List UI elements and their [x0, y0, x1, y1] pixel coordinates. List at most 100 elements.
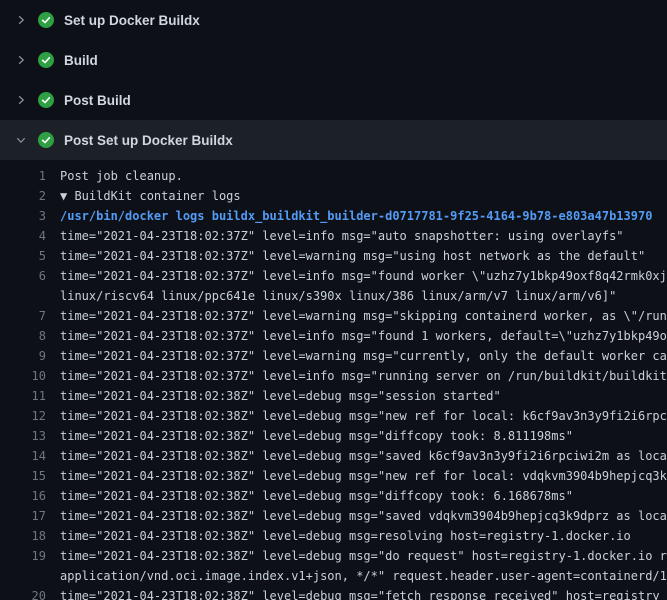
line-text: ▼ BuildKit container logs [60, 186, 667, 206]
line-text-wrap: time="2021-04-23T18:02:38Z" level=debug … [46, 586, 667, 600]
log-line: 1 Post job cleanup. [0, 166, 667, 186]
line-text: time="2021-04-23T18:02:38Z" level=debug … [60, 586, 667, 600]
line-text: time="2021-04-23T18:02:38Z" level=debug … [60, 446, 667, 466]
workflow-log-viewer: Set up Docker Buildx Build P [0, 0, 667, 600]
line-number[interactable]: 7 [0, 306, 46, 326]
line-text-wrap: time="2021-04-23T18:02:38Z" level=debug … [46, 446, 667, 466]
log-line: 17 time="2021-04-23T18:02:38Z" level=deb… [0, 506, 667, 526]
line-text-wrap: time="2021-04-23T18:02:38Z" level=debug … [46, 406, 667, 426]
line-text: time="2021-04-23T18:02:37Z" level=warnin… [60, 306, 667, 326]
log-line: 13 time="2021-04-23T18:02:38Z" level=deb… [0, 426, 667, 446]
log-line: 7 time="2021-04-23T18:02:37Z" level=warn… [0, 306, 667, 326]
line-text-wrap: time="2021-04-23T18:02:37Z" level=info m… [46, 266, 667, 306]
line-text: time="2021-04-23T18:02:37Z" level=info m… [60, 226, 667, 246]
log-line: 3 /usr/bin/docker logs buildx_buildkit_b… [0, 206, 667, 226]
line-text-wrap: time="2021-04-23T18:02:38Z" level=debug … [46, 506, 667, 526]
line-text-wrap: time="2021-04-23T18:02:37Z" level=warnin… [46, 246, 667, 266]
log-group-toggle[interactable]: 2 ▼ BuildKit container logs [0, 186, 667, 206]
line-text: time="2021-04-23T18:02:37Z" level=info m… [60, 266, 667, 286]
chevron-icon [14, 14, 28, 26]
line-text: time="2021-04-23T18:02:38Z" level=debug … [60, 486, 667, 506]
line-text: time="2021-04-23T18:02:38Z" level=debug … [60, 386, 667, 406]
chevron-icon [14, 134, 28, 146]
line-number[interactable]: 18 [0, 526, 46, 546]
line-text-wrap: time="2021-04-23T18:02:37Z" level=info m… [46, 226, 667, 246]
log-line: 20 time="2021-04-23T18:02:38Z" level=deb… [0, 586, 667, 600]
line-text-wrap: time="2021-04-23T18:02:38Z" level=debug … [46, 386, 667, 406]
section-header-setup-docker-buildx[interactable]: Set up Docker Buildx [0, 0, 667, 40]
log-line: 15 time="2021-04-23T18:02:38Z" level=deb… [0, 466, 667, 486]
log-line: 4 time="2021-04-23T18:02:37Z" level=info… [0, 226, 667, 246]
line-number[interactable]: 3 [0, 206, 46, 226]
line-text-wrap: /usr/bin/docker logs buildx_buildkit_bui… [46, 206, 667, 226]
line-text-wrap: time="2021-04-23T18:02:38Z" level=debug … [46, 466, 667, 486]
line-number[interactable]: 6 [0, 266, 46, 286]
log-line: 5 time="2021-04-23T18:02:37Z" level=warn… [0, 246, 667, 266]
success-check-icon [38, 132, 54, 148]
line-number[interactable]: 10 [0, 366, 46, 386]
line-number[interactable]: 14 [0, 446, 46, 466]
log-line: 19 time="2021-04-23T18:02:38Z" level=deb… [0, 546, 667, 586]
log-line: 8 time="2021-04-23T18:02:37Z" level=info… [0, 326, 667, 346]
log-line: 14 time="2021-04-23T18:02:38Z" level=deb… [0, 446, 667, 466]
line-number[interactable]: 5 [0, 246, 46, 266]
line-text-wrap: time="2021-04-23T18:02:38Z" level=debug … [46, 526, 667, 546]
line-text-wrap: time="2021-04-23T18:02:37Z" level=info m… [46, 326, 667, 346]
line-text-wrap: time="2021-04-23T18:02:37Z" level=warnin… [46, 306, 667, 326]
section-header-build[interactable]: Build [0, 40, 667, 80]
line-text-wrap: ▼ BuildKit container logs [46, 186, 667, 206]
line-text: time="2021-04-23T18:02:37Z" level=warnin… [60, 346, 667, 366]
line-number[interactable]: 16 [0, 486, 46, 506]
section-title: Post Build [64, 93, 131, 108]
line-number[interactable]: 1 [0, 166, 46, 186]
line-text: time="2021-04-23T18:02:37Z" level=warnin… [60, 246, 667, 266]
line-text-wrap: time="2021-04-23T18:02:38Z" level=debug … [46, 426, 667, 446]
success-check-icon [38, 12, 54, 28]
log-line: 9 time="2021-04-23T18:02:37Z" level=warn… [0, 346, 667, 366]
line-text: time="2021-04-23T18:02:38Z" level=debug … [60, 426, 667, 446]
line-number[interactable]: 13 [0, 426, 46, 446]
line-number[interactable]: 11 [0, 386, 46, 406]
section-title: Build [64, 53, 98, 68]
line-text-wrap: time="2021-04-23T18:02:38Z" level=debug … [46, 486, 667, 506]
log-line: 12 time="2021-04-23T18:02:38Z" level=deb… [0, 406, 667, 426]
section-header-post-setup-docker-buildx[interactable]: Post Set up Docker Buildx [0, 120, 667, 160]
line-text-wrap: time="2021-04-23T18:02:37Z" level=info m… [46, 366, 667, 386]
line-text: time="2021-04-23T18:02:38Z" level=debug … [60, 406, 667, 426]
line-text-continuation: application/vnd.oci.image.index.v1+json,… [60, 566, 667, 586]
line-text-wrap: time="2021-04-23T18:02:37Z" level=warnin… [46, 346, 667, 366]
chevron-icon [14, 94, 28, 106]
log-line: 16 time="2021-04-23T18:02:38Z" level=deb… [0, 486, 667, 506]
section-header-post-build[interactable]: Post Build [0, 80, 667, 120]
log-line: 11 time="2021-04-23T18:02:38Z" level=deb… [0, 386, 667, 406]
log-area: 1 Post job cleanup. 2 ▼ BuildKit contain… [0, 160, 667, 600]
section-title: Post Set up Docker Buildx [64, 133, 233, 148]
line-text-wrap: Post job cleanup. [46, 166, 667, 186]
line-number[interactable]: 15 [0, 466, 46, 486]
line-number[interactable]: 8 [0, 326, 46, 346]
chevron-icon [14, 54, 28, 66]
line-text-continuation: linux/riscv64 linux/ppc641e linux/s390x … [60, 286, 667, 306]
step-sections: Set up Docker Buildx Build P [0, 0, 667, 160]
line-text: Post job cleanup. [60, 166, 667, 186]
line-text: time="2021-04-23T18:02:37Z" level=info m… [60, 366, 667, 386]
line-text: time="2021-04-23T18:02:38Z" level=debug … [60, 546, 667, 566]
line-text-wrap: time="2021-04-23T18:02:38Z" level=debug … [46, 546, 667, 586]
line-text: time="2021-04-23T18:02:37Z" level=info m… [60, 326, 667, 346]
line-number[interactable]: 19 [0, 546, 46, 566]
line-number[interactable]: 9 [0, 346, 46, 366]
line-number[interactable]: 20 [0, 586, 46, 600]
line-number[interactable]: 12 [0, 406, 46, 426]
line-number[interactable]: 4 [0, 226, 46, 246]
log-lines: 1 Post job cleanup. 2 ▼ BuildKit contain… [0, 166, 667, 600]
success-check-icon [38, 92, 54, 108]
log-line: 10 time="2021-04-23T18:02:37Z" level=inf… [0, 366, 667, 386]
line-text: time="2021-04-23T18:02:38Z" level=debug … [60, 466, 667, 486]
log-line: 18 time="2021-04-23T18:02:38Z" level=deb… [0, 526, 667, 546]
line-text: time="2021-04-23T18:02:38Z" level=debug … [60, 506, 667, 526]
line-text: time="2021-04-23T18:02:38Z" level=debug … [60, 526, 667, 546]
line-text: /usr/bin/docker logs buildx_buildkit_bui… [60, 206, 667, 226]
log-line: 6 time="2021-04-23T18:02:37Z" level=info… [0, 266, 667, 306]
line-number[interactable]: 2 [0, 186, 46, 206]
line-number[interactable]: 17 [0, 506, 46, 526]
